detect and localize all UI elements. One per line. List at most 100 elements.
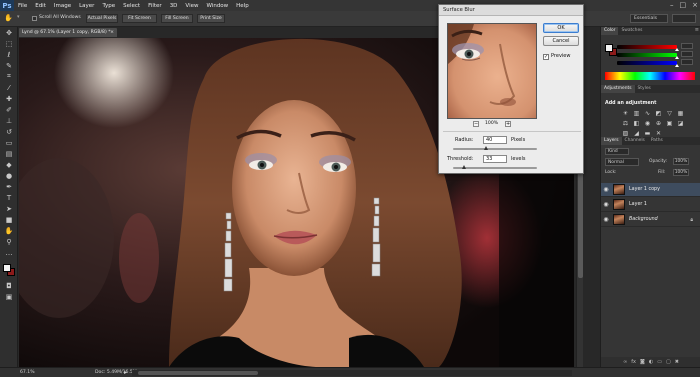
layer-row[interactable]: ◉ Layer 1 (601, 198, 700, 212)
brush-tool-icon[interactable]: ✐ (0, 104, 18, 115)
blue-value-field[interactable] (681, 59, 693, 65)
actual-pixels-button[interactable]: Actual Pixels (86, 14, 118, 23)
threshold-slider[interactable] (453, 165, 537, 169)
red-slider[interactable] (617, 45, 679, 51)
tab-channels[interactable]: Channels (622, 137, 648, 145)
menu-filter[interactable]: Filter (144, 3, 166, 9)
search-input[interactable] (672, 14, 696, 23)
zoom-out-button[interactable]: − (473, 121, 479, 127)
new-group-icon[interactable]: ▭ (657, 359, 662, 365)
zoom-level[interactable]: 67.1% (20, 370, 35, 375)
hand-tool-preset-icon[interactable]: ✋ (4, 14, 14, 23)
gradient-map-icon[interactable]: ▬ (643, 129, 652, 137)
threshold-slider-knob[interactable] (462, 165, 466, 169)
new-layer-icon[interactable]: ▢ (666, 359, 671, 365)
menu-window[interactable]: Window (202, 3, 232, 9)
brightness-contrast-icon[interactable]: ☀ (621, 109, 630, 117)
threshold-icon[interactable]: ◢ (632, 129, 641, 137)
pen-tool-icon[interactable]: ✒ (0, 181, 18, 192)
menu-layer[interactable]: Layer (75, 3, 98, 9)
menu-select[interactable]: Select (119, 3, 144, 9)
screen-mode-icon[interactable]: ▣ (0, 291, 18, 302)
layer-style-icon[interactable]: fx (631, 359, 636, 365)
black-white-icon[interactable]: ◧ (632, 119, 641, 127)
color-swatches[interactable] (0, 262, 18, 280)
cancel-button[interactable]: Cancel (543, 36, 579, 46)
red-value-field[interactable] (681, 43, 693, 49)
layer-row[interactable]: ◉ Background 🔒︎ (601, 213, 700, 227)
dialog-title[interactable]: Surface Blur (439, 5, 583, 16)
radius-input[interactable]: 40 (483, 136, 507, 144)
fit-screen-button[interactable]: Fit Screen (122, 14, 157, 23)
minimize-icon[interactable]: – (670, 1, 674, 9)
preview-checkbox[interactable]: ✓ (543, 54, 549, 60)
tab-swatches[interactable]: Swatches (618, 27, 645, 35)
gradient-tool-icon[interactable]: ▤ (0, 148, 18, 159)
layer-kind-filter[interactable]: Kind (605, 148, 629, 155)
channel-mixer-icon[interactable]: ⊕ (654, 119, 663, 127)
eyedropper-tool-icon[interactable]: ⁄ (0, 82, 18, 93)
visibility-eye-icon[interactable]: ◉ (601, 186, 611, 193)
close-tab-icon[interactable]: × (110, 28, 114, 37)
move-tool-icon[interactable]: ✥ (0, 27, 18, 38)
tab-color[interactable]: Color (601, 27, 619, 35)
red-slider-knob[interactable] (675, 48, 679, 51)
tab-styles[interactable]: Styles (635, 85, 654, 93)
more-tools-icon[interactable]: … (0, 247, 18, 258)
document-tab[interactable]: Lynd @ 67.1% (Layer 1 copy, RGB/8) * × (19, 28, 117, 37)
type-tool-icon[interactable]: T (0, 192, 18, 203)
healing-brush-tool-icon[interactable]: ✚ (0, 93, 18, 104)
menu-edit[interactable]: Edit (31, 3, 50, 9)
exposure-icon[interactable]: ◩ (654, 109, 663, 117)
zoom-tool-icon[interactable]: ⚲ (0, 236, 18, 247)
opacity-field[interactable]: 100% (673, 158, 689, 165)
photo-filter-icon[interactable]: ◉ (643, 119, 652, 127)
hand-tool-icon[interactable]: ✋ (0, 225, 18, 236)
color-balance-icon[interactable]: ⚖ (621, 119, 630, 127)
history-brush-tool-icon[interactable]: ↺ (0, 126, 18, 137)
menu-view[interactable]: View (181, 3, 202, 9)
dodge-tool-icon[interactable]: ● (0, 170, 18, 181)
curves-icon[interactable]: ∿ (643, 109, 652, 117)
tab-layers[interactable]: Layers (601, 137, 622, 145)
threshold-input[interactable]: 33 (483, 155, 507, 163)
foreground-color-swatch[interactable] (3, 264, 11, 272)
panel-foreground-swatch[interactable] (605, 44, 613, 52)
crop-tool-icon[interactable]: ⌗ (0, 71, 18, 82)
workspace-switcher[interactable]: Essentials (630, 14, 668, 23)
quick-mask-icon[interactable]: ◘ (0, 280, 18, 291)
color-spectrum[interactable] (605, 72, 695, 80)
filter-preview[interactable] (447, 23, 537, 119)
delete-layer-icon[interactable]: ✖ (675, 359, 679, 365)
tab-paths[interactable]: Paths (648, 137, 666, 145)
hue-saturation-icon[interactable]: ▦ (676, 109, 685, 117)
eraser-tool-icon[interactable]: ▭ (0, 137, 18, 148)
menu-image[interactable]: Image (50, 3, 75, 9)
radius-slider[interactable] (453, 146, 537, 150)
visibility-eye-icon[interactable]: ◉ (601, 216, 611, 223)
levels-icon[interactable]: ▥ (632, 109, 641, 117)
path-select-tool-icon[interactable]: ➤ (0, 203, 18, 214)
scroll-all-windows-checkbox[interactable] (32, 16, 37, 21)
blue-slider[interactable] (617, 61, 679, 67)
horizontal-scroll-thumb[interactable] (138, 371, 258, 375)
print-size-button[interactable]: Print Size (197, 14, 225, 23)
maximize-icon[interactable]: □ (680, 1, 687, 9)
preset-dropdown-icon[interactable]: ▾ (17, 14, 25, 23)
fill-screen-button[interactable]: Fill Screen (161, 14, 193, 23)
horizontal-scrollbar[interactable] (132, 370, 572, 376)
new-adjustment-icon[interactable]: ◐ (649, 359, 653, 365)
lasso-tool-icon[interactable]: ℓ (0, 49, 18, 60)
posterize-icon[interactable]: ▨ (621, 129, 630, 137)
green-slider[interactable] (617, 53, 679, 59)
layer-row[interactable]: ◉ Layer 1 copy (601, 183, 700, 197)
fill-field[interactable]: 100% (673, 169, 689, 176)
status-menu-icon[interactable]: ▸ (124, 369, 127, 376)
shape-tool-icon[interactable]: ■ (0, 214, 18, 225)
vibrance-icon[interactable]: ▽ (665, 109, 674, 117)
tab-adjustments[interactable]: Adjustments (601, 85, 635, 93)
add-mask-icon[interactable]: ◙ (640, 359, 645, 365)
selective-color-icon[interactable]: ✕ (654, 129, 663, 137)
blue-slider-knob[interactable] (675, 64, 679, 67)
zoom-in-button[interactable]: + (505, 121, 511, 127)
